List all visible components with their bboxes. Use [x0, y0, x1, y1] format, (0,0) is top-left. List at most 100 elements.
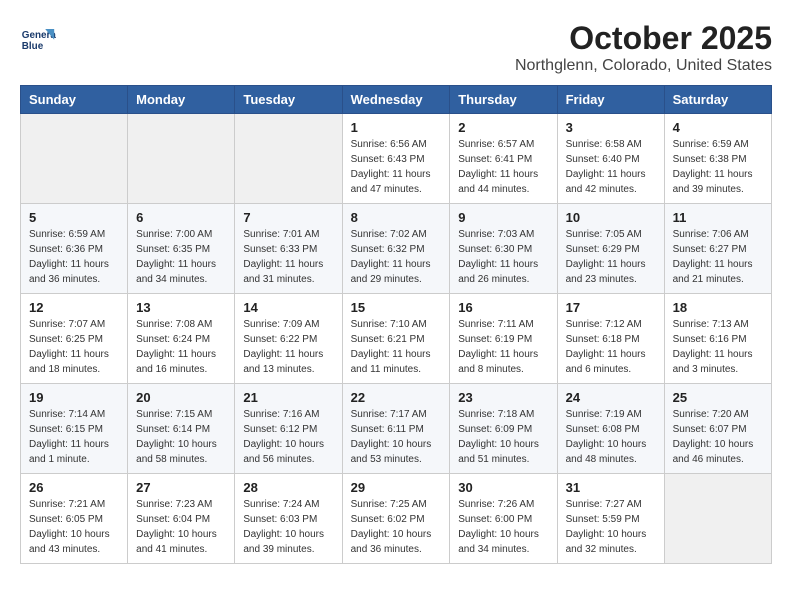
day-number: 24 [566, 390, 656, 405]
day-info: Sunrise: 7:21 AM Sunset: 6:05 PM Dayligh… [29, 497, 119, 557]
calendar-cell [235, 114, 342, 204]
day-info: Sunrise: 7:26 AM Sunset: 6:00 PM Dayligh… [458, 497, 548, 557]
day-info: Sunrise: 7:25 AM Sunset: 6:02 PM Dayligh… [351, 497, 442, 557]
calendar-header: October 2025 Northglenn, Colorado, Unite… [515, 20, 772, 75]
calendar-cell: 1 Sunrise: 6:56 AM Sunset: 6:43 PM Daylig… [342, 114, 450, 204]
day-info: Sunrise: 7:14 AM Sunset: 6:15 PM Dayligh… [29, 407, 119, 467]
day-number: 18 [673, 300, 763, 315]
day-number: 26 [29, 480, 119, 495]
calendar-cell: 16 Sunrise: 7:11 AM Sunset: 6:19 PM Dayli… [450, 294, 557, 384]
calendar-cell: 10 Sunrise: 7:05 AM Sunset: 6:29 PM Dayli… [557, 204, 664, 294]
day-info: Sunrise: 6:59 AM Sunset: 6:38 PM Dayligh… [673, 137, 763, 197]
day-header: Friday [557, 86, 664, 114]
day-header: Saturday [664, 86, 771, 114]
day-number: 20 [136, 390, 226, 405]
calendar-week-row: 5 Sunrise: 6:59 AM Sunset: 6:36 PM Daylig… [21, 204, 772, 294]
calendar-week-row: 26 Sunrise: 7:21 AM Sunset: 6:05 PM Dayli… [21, 474, 772, 564]
calendar-subtitle: Northglenn, Colorado, United States [515, 57, 772, 75]
day-info: Sunrise: 7:03 AM Sunset: 6:30 PM Dayligh… [458, 227, 548, 287]
day-header: Thursday [450, 86, 557, 114]
day-number: 21 [243, 390, 333, 405]
day-info: Sunrise: 7:16 AM Sunset: 6:12 PM Dayligh… [243, 407, 333, 467]
logo: General Blue [20, 20, 56, 56]
day-number: 4 [673, 120, 763, 135]
day-number: 17 [566, 300, 656, 315]
calendar-week-row: 19 Sunrise: 7:14 AM Sunset: 6:15 PM Dayli… [21, 384, 772, 474]
day-info: Sunrise: 7:23 AM Sunset: 6:04 PM Dayligh… [136, 497, 226, 557]
calendar-cell: 6 Sunrise: 7:00 AM Sunset: 6:35 PM Daylig… [128, 204, 235, 294]
day-number: 7 [243, 210, 333, 225]
calendar-cell: 11Sunrise: 7:06 AM Sunset: 6:27 PM Dayli… [664, 204, 771, 294]
calendar-week-row: 12Sunrise: 7:07 AM Sunset: 6:25 PM Dayli… [21, 294, 772, 384]
calendar-cell: 3Sunrise: 6:58 AM Sunset: 6:40 PM Daylig… [557, 114, 664, 204]
day-number: 8 [351, 210, 442, 225]
calendar-cell: 25Sunrise: 7:20 AM Sunset: 6:07 PM Dayli… [664, 384, 771, 474]
calendar-cell: 13 Sunrise: 7:08 AM Sunset: 6:24 PM Dayli… [128, 294, 235, 384]
day-number: 2 [458, 120, 548, 135]
calendar-cell: 20 Sunrise: 7:15 AM Sunset: 6:14 PM Dayli… [128, 384, 235, 474]
day-number: 6 [136, 210, 226, 225]
day-info: Sunrise: 6:57 AM Sunset: 6:41 PM Dayligh… [458, 137, 548, 197]
day-info: Sunrise: 6:59 AM Sunset: 6:36 PM Dayligh… [29, 227, 119, 287]
day-number: 13 [136, 300, 226, 315]
logo-icon: General Blue [20, 20, 56, 56]
day-info: Sunrise: 7:10 AM Sunset: 6:21 PM Dayligh… [351, 317, 442, 377]
day-info: Sunrise: 7:24 AM Sunset: 6:03 PM Dayligh… [243, 497, 333, 557]
day-info: Sunrise: 7:19 AM Sunset: 6:08 PM Dayligh… [566, 407, 656, 467]
day-info: Sunrise: 7:20 AM Sunset: 6:07 PM Dayligh… [673, 407, 763, 467]
svg-text:Blue: Blue [22, 41, 44, 52]
calendar-cell: 14Sunrise: 7:09 AM Sunset: 6:22 PM Dayli… [235, 294, 342, 384]
calendar-cell: 7 Sunrise: 7:01 AM Sunset: 6:33 PM Daylig… [235, 204, 342, 294]
calendar-cell: 18 Sunrise: 7:13 AM Sunset: 6:16 PM Dayli… [664, 294, 771, 384]
calendar-cell: 2 Sunrise: 6:57 AM Sunset: 6:41 PM Daylig… [450, 114, 557, 204]
day-number: 3 [566, 120, 656, 135]
day-info: Sunrise: 7:12 AM Sunset: 6:18 PM Dayligh… [566, 317, 656, 377]
calendar-body: 1 Sunrise: 6:56 AM Sunset: 6:43 PM Daylig… [21, 114, 772, 564]
day-number: 22 [351, 390, 442, 405]
calendar-cell: 29 Sunrise: 7:25 AM Sunset: 6:02 PM Dayli… [342, 474, 450, 564]
day-info: Sunrise: 7:13 AM Sunset: 6:16 PM Dayligh… [673, 317, 763, 377]
day-number: 14 [243, 300, 333, 315]
calendar-cell [128, 114, 235, 204]
calendar-cell: 8 Sunrise: 7:02 AM Sunset: 6:32 PM Daylig… [342, 204, 450, 294]
day-number: 19 [29, 390, 119, 405]
calendar-table: SundayMondayTuesdayWednesdayThursdayFrid… [20, 85, 772, 564]
calendar-title: October 2025 [515, 20, 772, 57]
day-info: Sunrise: 7:11 AM Sunset: 6:19 PM Dayligh… [458, 317, 548, 377]
calendar-week-row: 1 Sunrise: 6:56 AM Sunset: 6:43 PM Daylig… [21, 114, 772, 204]
calendar-cell: 15 Sunrise: 7:10 AM Sunset: 6:21 PM Dayli… [342, 294, 450, 384]
day-info: Sunrise: 7:27 AM Sunset: 5:59 PM Dayligh… [566, 497, 656, 557]
day-info: Sunrise: 7:05 AM Sunset: 6:29 PM Dayligh… [566, 227, 656, 287]
calendar-cell [21, 114, 128, 204]
calendar-cell: 24 Sunrise: 7:19 AM Sunset: 6:08 PM Dayli… [557, 384, 664, 474]
day-number: 28 [243, 480, 333, 495]
day-number: 11 [673, 210, 763, 225]
day-number: 5 [29, 210, 119, 225]
calendar-cell: 30Sunrise: 7:26 AM Sunset: 6:00 PM Dayli… [450, 474, 557, 564]
day-number: 1 [351, 120, 442, 135]
day-info: Sunrise: 7:00 AM Sunset: 6:35 PM Dayligh… [136, 227, 226, 287]
day-info: Sunrise: 7:01 AM Sunset: 6:33 PM Dayligh… [243, 227, 333, 287]
day-info: Sunrise: 7:08 AM Sunset: 6:24 PM Dayligh… [136, 317, 226, 377]
day-number: 16 [458, 300, 548, 315]
day-info: Sunrise: 7:02 AM Sunset: 6:32 PM Dayligh… [351, 227, 442, 287]
day-info: Sunrise: 6:56 AM Sunset: 6:43 PM Dayligh… [351, 137, 442, 197]
day-info: Sunrise: 7:18 AM Sunset: 6:09 PM Dayligh… [458, 407, 548, 467]
calendar-cell: 31Sunrise: 7:27 AM Sunset: 5:59 PM Dayli… [557, 474, 664, 564]
day-number: 27 [136, 480, 226, 495]
day-number: 15 [351, 300, 442, 315]
day-header: Sunday [21, 86, 128, 114]
calendar-cell: 19 Sunrise: 7:14 AM Sunset: 6:15 PM Dayli… [21, 384, 128, 474]
day-number: 29 [351, 480, 442, 495]
day-number: 23 [458, 390, 548, 405]
calendar-cell: 23 Sunrise: 7:18 AM Sunset: 6:09 PM Dayli… [450, 384, 557, 474]
day-info: Sunrise: 7:17 AM Sunset: 6:11 PM Dayligh… [351, 407, 442, 467]
calendar-cell: 27 Sunrise: 7:23 AM Sunset: 6:04 PM Dayli… [128, 474, 235, 564]
calendar-header-row: SundayMondayTuesdayWednesdayThursdayFrid… [21, 86, 772, 114]
day-info: Sunrise: 7:15 AM Sunset: 6:14 PM Dayligh… [136, 407, 226, 467]
calendar-cell: 9Sunrise: 7:03 AM Sunset: 6:30 PM Daylig… [450, 204, 557, 294]
calendar-cell: 21 Sunrise: 7:16 AM Sunset: 6:12 PM Dayli… [235, 384, 342, 474]
calendar-cell: 28 Sunrise: 7:24 AM Sunset: 6:03 PM Dayli… [235, 474, 342, 564]
day-number: 10 [566, 210, 656, 225]
calendar-cell: 26 Sunrise: 7:21 AM Sunset: 6:05 PM Dayli… [21, 474, 128, 564]
